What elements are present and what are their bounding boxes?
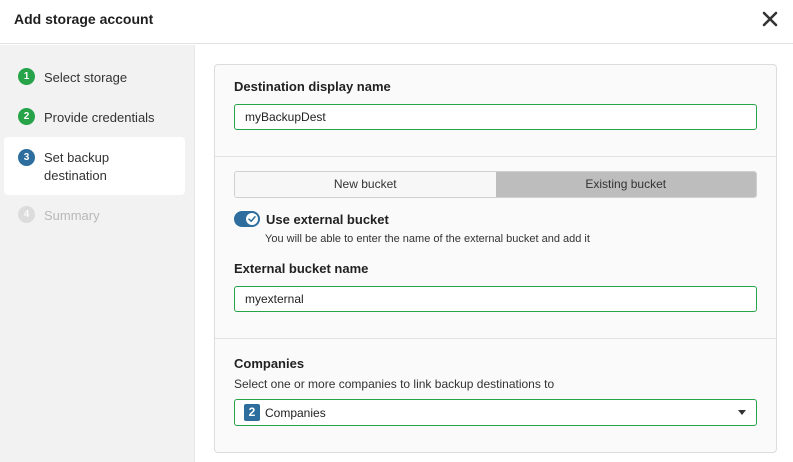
step-summary: 4 Summary [4,203,185,227]
section-divider [215,156,776,157]
destination-form-card: Destination display name New bucket Exis… [214,64,777,453]
step-number-badge: 2 [18,108,35,125]
external-bucket-name-input[interactable] [234,286,757,312]
step-label-line-2: destination [44,168,107,183]
display-name-label: Destination display name [234,79,391,94]
step-select-storage[interactable]: 1 Select storage [4,65,185,89]
dialog-title: Add storage account [14,11,154,27]
use-external-bucket-help: You will be able to enter the name of th… [265,233,590,245]
step-label-line-1: Set backup [44,150,110,165]
use-external-bucket-toggle[interactable] [234,211,260,227]
use-external-bucket-label: Use external bucket [266,212,389,227]
step-set-backup-destination[interactable]: 3 Set backup destination [4,137,185,195]
chevron-down-icon [738,410,746,415]
companies-select[interactable]: 2 Companies [234,399,757,426]
section-divider [215,338,776,339]
external-bucket-name-label: External bucket name [234,261,369,276]
step-number-badge: 1 [18,68,35,85]
companies-help: Select one or more companies to link bac… [234,377,555,391]
companies-count-badge: 2 [244,404,260,421]
step-number-badge: 3 [18,149,35,166]
step-label: Summary [44,208,100,223]
check-icon [248,216,256,222]
dialog-header: Add storage account [0,0,793,44]
companies-label: Companies [234,356,305,371]
step-number-badge: 4 [18,206,35,223]
display-name-input[interactable] [234,104,757,130]
companies-select-value: Companies [265,406,326,420]
close-icon[interactable] [761,8,779,28]
tab-new-bucket[interactable]: New bucket [235,172,496,197]
step-label: Provide credentials [44,110,155,125]
step-label: Select storage [44,70,128,85]
tab-existing-bucket[interactable]: Existing bucket [495,172,756,197]
bucket-type-switch: New bucket Existing bucket [234,171,757,198]
wizard-steps-sidebar: 1 Select storage 2 Provide credentials 3… [0,45,195,462]
toggle-knob [246,213,258,225]
step-provide-credentials[interactable]: 2 Provide credentials [4,105,185,129]
